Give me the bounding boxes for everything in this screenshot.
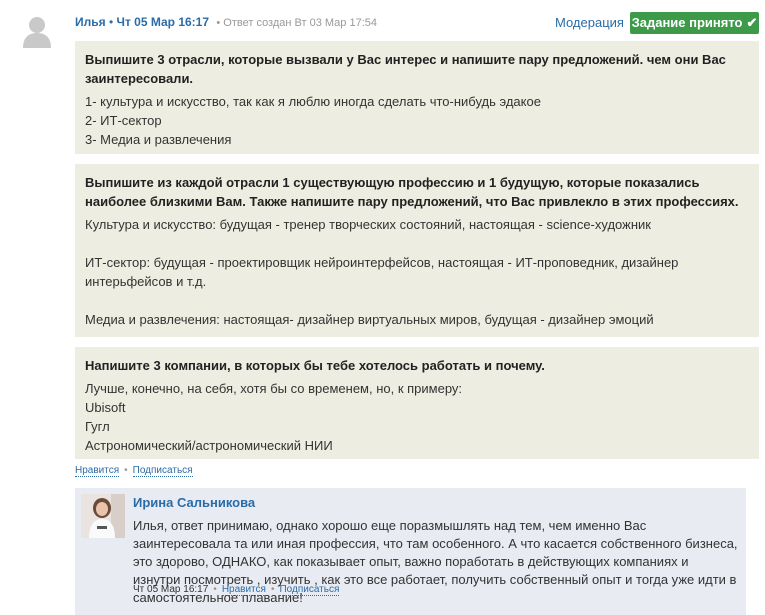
reply-meta: Чт 05 Мар 16:17 • Нравится • Подписаться [133,583,340,597]
reply-author[interactable]: Ирина Сальникова [133,494,255,511]
reply-avatar[interactable] [81,494,125,538]
answer-line: 3- Медиа и развлечения [85,132,232,147]
question-text: Напишите 3 компании, в которых бы тебе х… [85,358,545,373]
reply-separator: • [270,584,275,595]
answer-line: Гугл [85,419,110,434]
header-separator: • [108,15,114,29]
comment-date[interactable]: Чт 05 Мар 16:17 [117,15,210,29]
answer-line: 2- ИТ-сектор [85,113,162,128]
user-photo-icon [81,494,125,538]
reply-subscribe-link[interactable]: Подписаться [279,584,340,596]
answer-line: Ubisoft [85,400,126,415]
answer-line: Лучше, конечно, на себя, хотя бы со врем… [85,381,463,396]
question-text: Выпишите из каждой отрасли 1 существующу… [85,175,739,209]
comment-actions: Нравится • Подписаться [75,464,193,478]
answer-line: ИТ-сектор: будущая - проектировщик нейро… [85,255,679,289]
answer-panel: Выпишите 3 отрасли, которые вызвали у Ва… [75,41,759,154]
reply-like-link[interactable]: Нравится [221,584,266,596]
action-separator: • [124,465,128,476]
question-text: Выпишите 3 отрасли, которые вызвали у Ва… [85,52,726,86]
created-date: • Ответ создан Вт 03 Мар 17:54 [216,17,377,29]
accepted-label: Задание принято [631,15,743,30]
answer-line: Культура и искусство: будущая - тренер т… [85,217,651,232]
default-avatar-icon [23,17,51,48]
answer-line: Медиа и развлечения: настоящая- дизайнер… [85,312,654,327]
answer-panel: Выпишите из каждой отрасли 1 существующу… [75,164,759,337]
user-avatar[interactable] [20,14,54,48]
comment-author[interactable]: Илья [75,15,106,29]
check-icon: ✔ [746,15,758,30]
reply-separator: • [213,584,217,595]
like-link[interactable]: Нравится [75,465,120,477]
answer-panel: Напишите 3 компании, в которых бы тебе х… [75,347,759,459]
reply-date[interactable]: Чт 05 Мар 16:17 [133,584,208,595]
subscribe-link[interactable]: Подписаться [132,465,193,477]
moderation-link[interactable]: Модерация [555,15,624,31]
answer-line: 1- культура и искусство, так как я люблю… [85,94,541,109]
answer-line: Астрономический/астрономический НИИ [85,438,333,453]
task-accepted-button[interactable]: Задание принято ✔ [630,12,759,34]
moderator-reply: Ирина Сальникова Илья, ответ принимаю, о… [75,488,746,615]
